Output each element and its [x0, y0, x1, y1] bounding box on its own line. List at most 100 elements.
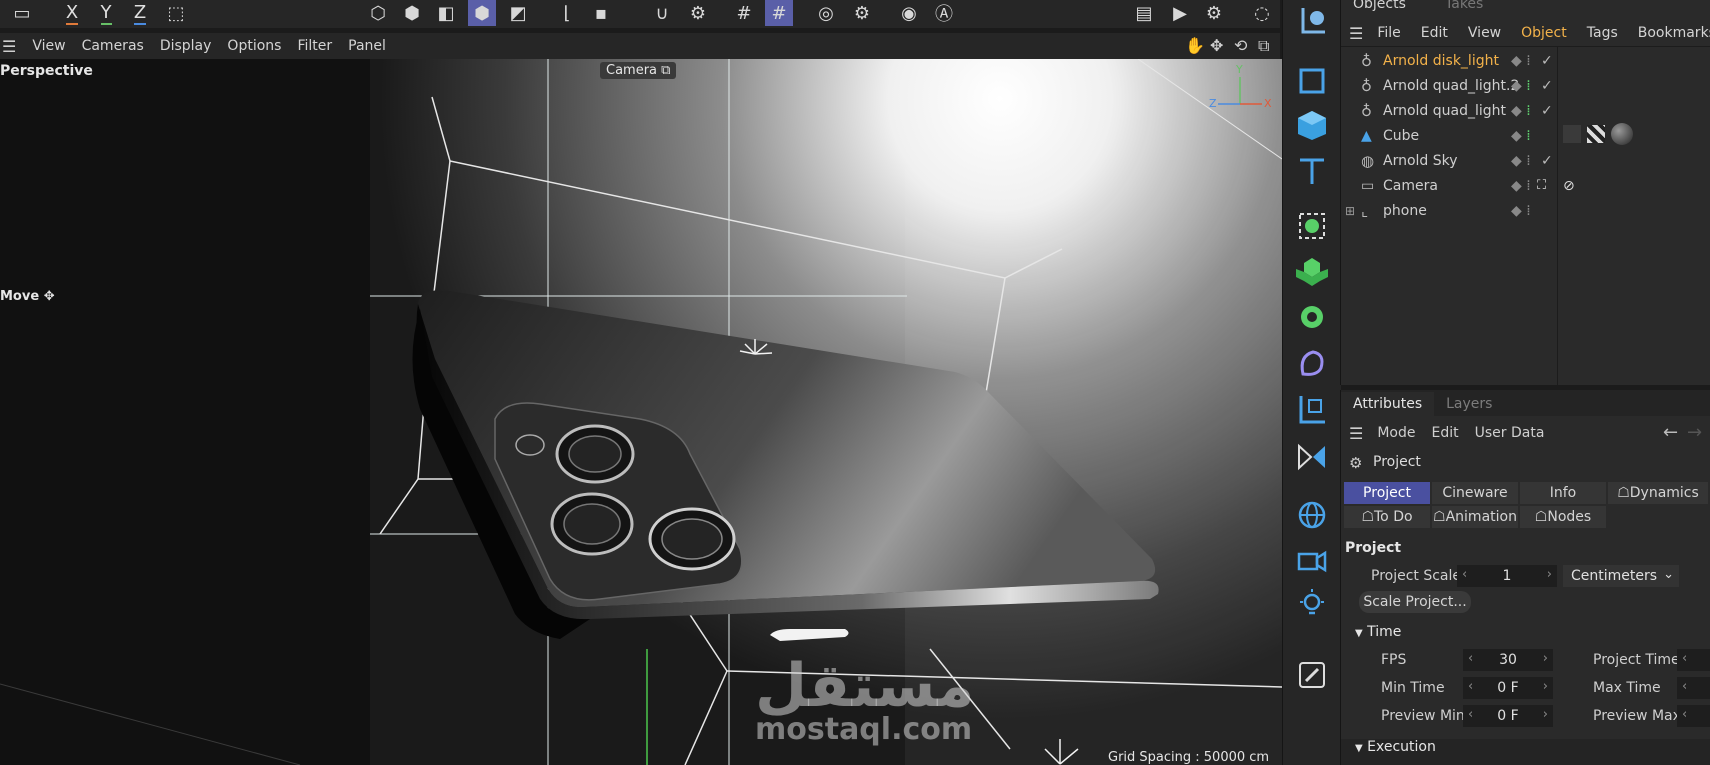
object-name[interactable]: Arnold quad_light	[1383, 103, 1506, 119]
render-view-icon[interactable]: ▶	[1166, 0, 1194, 26]
phong-tag-icon[interactable]	[1563, 125, 1581, 143]
preview-min-field[interactable]: ‹ 0 F ›	[1463, 705, 1553, 727]
menu-panel[interactable]: Panel	[348, 38, 386, 54]
layer-dots-icon[interactable]: ◆ ⁞	[1511, 103, 1531, 119]
layer-dots-icon[interactable]: ◆ ⁞	[1511, 53, 1531, 69]
tab-layers[interactable]: Layers	[1434, 392, 1504, 416]
menu-cameras[interactable]: Cameras	[82, 38, 144, 54]
enabled-check-icon[interactable]: ✓	[1541, 78, 1553, 94]
obj-menu-view[interactable]: View	[1468, 25, 1501, 41]
uv-mode-icon[interactable]: ◩	[504, 0, 532, 26]
layer-dots-icon[interactable]: ◆ ⁞	[1511, 153, 1531, 169]
section-execution-toggle[interactable]: ▼ Execution	[1341, 739, 1710, 765]
decrement-arrow-icon[interactable]: ‹	[1462, 567, 1467, 582]
decrement-arrow-icon[interactable]: ‹	[1682, 679, 1687, 694]
attributes-hamburger-icon[interactable]: ☰	[1349, 424, 1363, 443]
project-scale-field[interactable]: ‹ 1 ›	[1457, 565, 1557, 587]
decrement-arrow-icon[interactable]: ‹	[1468, 679, 1473, 694]
3d-viewport[interactable]: Y X Z Perspective Move ✥ Camera ⧉ مستقل …	[0, 59, 1282, 765]
render-settings-gear-icon[interactable]: ⚙	[1200, 0, 1228, 26]
x-axis-toggle[interactable]: X	[58, 0, 86, 26]
uvw-tag-icon[interactable]	[1587, 125, 1605, 143]
obj-menu-edit[interactable]: Edit	[1421, 25, 1448, 41]
seg-nodes[interactable]: ☖ Nodes	[1520, 506, 1606, 528]
polygons-mode-icon[interactable]: ◧	[432, 0, 460, 26]
generator-icon[interactable]	[1291, 207, 1333, 245]
tab-attributes[interactable]: Attributes	[1341, 392, 1435, 416]
increment-arrow-icon[interactable]: ›	[1543, 651, 1548, 666]
tab-takes[interactable]: Takes	[1445, 0, 1483, 12]
snap-settings-icon[interactable]: ⚙	[684, 0, 712, 26]
object-row[interactable]: ♁ Arnold disk_light ◆ ⁞ ✓	[1341, 48, 1710, 73]
max-time-field[interactable]: ‹	[1677, 677, 1710, 699]
decrement-arrow-icon[interactable]: ‹	[1468, 651, 1473, 666]
obj-menu-object[interactable]: Object	[1521, 25, 1567, 41]
light-object-icon[interactable]	[1291, 585, 1333, 623]
text-object-icon[interactable]	[1291, 152, 1333, 190]
object-name[interactable]: Arnold disk_light	[1383, 53, 1499, 69]
soft-selection-icon[interactable]: ◎	[812, 0, 840, 26]
preview-max-field[interactable]: ‹	[1677, 705, 1710, 727]
obj-menu-file[interactable]: File	[1377, 25, 1400, 41]
points-mode-icon[interactable]: ⬡	[364, 0, 392, 26]
seg-cineware[interactable]: Cineware	[1432, 482, 1518, 504]
attr-menu-edit[interactable]: Edit	[1432, 425, 1459, 441]
object-row[interactable]: ◍ Arnold Sky ◆ ⁞ ✓	[1341, 148, 1710, 173]
obj-menu-bookmarks[interactable]: Bookmarks	[1638, 25, 1710, 41]
decrement-arrow-icon[interactable]: ‹	[1682, 651, 1687, 666]
object-name[interactable]: Arnold Sky	[1383, 153, 1458, 169]
null-object-icon[interactable]	[1291, 2, 1333, 40]
settings-gear-icon[interactable]: ⚙	[848, 0, 876, 26]
protection-tag-icon[interactable]: ⊘	[1563, 178, 1575, 194]
seg-dynamics[interactable]: ☖ Dynamics	[1608, 482, 1708, 504]
spline-rectangle-icon[interactable]	[1291, 62, 1333, 100]
menu-view[interactable]: View	[32, 38, 65, 54]
menu-display[interactable]: Display	[160, 38, 212, 54]
seg-todo[interactable]: ☖ To Do	[1344, 506, 1430, 528]
decrement-arrow-icon[interactable]: ‹	[1468, 707, 1473, 722]
increment-arrow-icon[interactable]: ›	[1543, 679, 1548, 694]
layer-dots-icon[interactable]: ◆ ⁞	[1511, 128, 1531, 144]
field-icon[interactable]	[1291, 390, 1333, 428]
camera-target-tag-icon[interactable]: ⛶	[1537, 178, 1546, 193]
view-visibility-icon[interactable]: ◉	[895, 0, 923, 26]
attr-menu-mode[interactable]: Mode	[1377, 425, 1415, 441]
material-tag-icon[interactable]	[1611, 123, 1633, 145]
project-time-field[interactable]: ‹	[1677, 649, 1710, 671]
seg-info[interactable]: Info	[1520, 482, 1606, 504]
increment-arrow-icon[interactable]: ›	[1547, 567, 1552, 582]
deformer-icon[interactable]	[1291, 344, 1333, 382]
section-time-toggle[interactable]: ▼ Time	[1355, 624, 1401, 640]
symmetry-icon[interactable]	[1291, 438, 1333, 476]
coordinate-system-icon[interactable]: ⬚	[162, 0, 190, 26]
objects-hamburger-icon[interactable]: ☰	[1349, 24, 1363, 43]
scale-project-button[interactable]: Scale Project...	[1359, 591, 1471, 613]
enabled-check-icon[interactable]: ✓	[1541, 153, 1553, 169]
object-name[interactable]: Arnold quad_light.2	[1383, 78, 1519, 94]
min-time-field[interactable]: ‹ 0 F ›	[1463, 677, 1553, 699]
object-name[interactable]: Cube	[1383, 128, 1419, 144]
axis-mode-icon[interactable]: ⌊	[553, 0, 581, 26]
maximize-view-icon[interactable]: ⧉	[1258, 36, 1269, 56]
enabled-check-icon[interactable]: ✓	[1541, 53, 1553, 69]
seg-project[interactable]: Project	[1344, 482, 1430, 504]
decrement-arrow-icon[interactable]: ‹	[1682, 707, 1687, 722]
expand-toggle-icon[interactable]: ⊞	[1345, 204, 1355, 218]
obj-menu-tags[interactable]: Tags	[1587, 25, 1618, 41]
z-axis-toggle[interactable]: Z	[126, 0, 154, 26]
render-region-icon[interactable]: ▤	[1130, 0, 1158, 26]
menu-filter[interactable]: Filter	[297, 38, 332, 54]
environment-sky-icon[interactable]	[1291, 496, 1333, 534]
layer-dots-icon[interactable]: ◆ ⁞	[1511, 178, 1531, 194]
back-arrow-icon[interactable]: ←	[1663, 422, 1678, 443]
object-name[interactable]: phone	[1383, 203, 1427, 219]
snap-icon[interactable]: ∪	[648, 0, 676, 26]
project-scale-unit-select[interactable]: Centimeters ⌄	[1563, 565, 1679, 587]
object-row[interactable]: ▭ Camera ◆ ⁞ ⛶ ⊘	[1341, 173, 1710, 198]
object-name[interactable]: Camera	[1383, 178, 1438, 194]
fps-field[interactable]: ‹ 30 ›	[1463, 649, 1553, 671]
y-axis-toggle[interactable]: Y	[92, 0, 120, 26]
cloner-icon[interactable]	[1291, 253, 1333, 291]
effector-gear-icon[interactable]	[1291, 298, 1333, 336]
menu-options[interactable]: Options	[227, 38, 281, 54]
